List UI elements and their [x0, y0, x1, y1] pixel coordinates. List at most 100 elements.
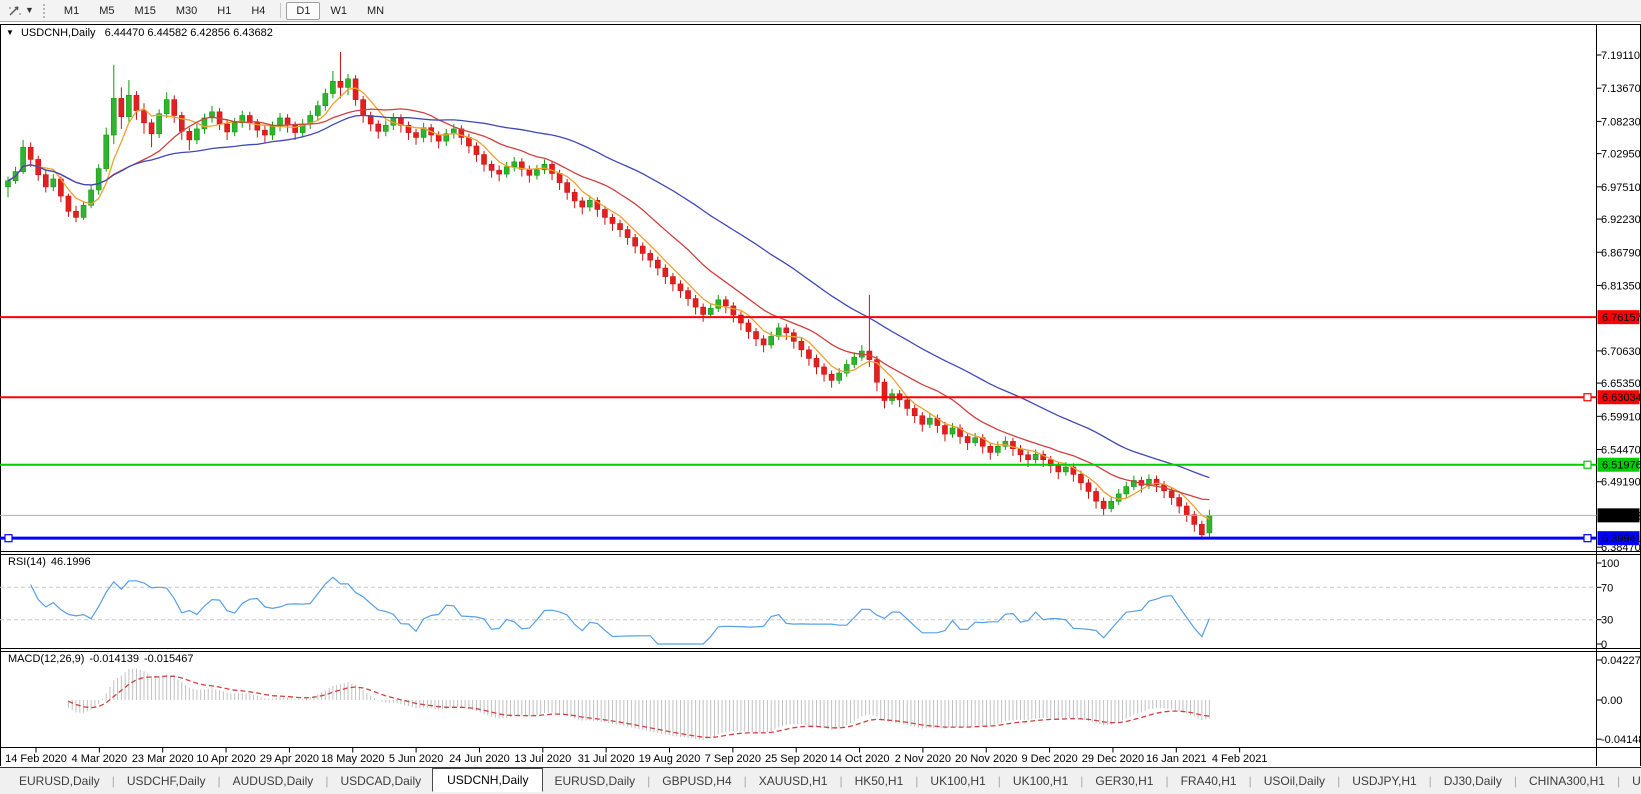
date-tick-label: 4 Mar 2020 [72, 753, 128, 765]
candle [587, 200, 592, 207]
candle [1124, 487, 1129, 494]
tab-usdchf-daily-1[interactable]: USDCHF,Daily [116, 771, 217, 791]
candle [912, 408, 917, 415]
chart-tab-bar: EURUSD,Daily|USDCHF,Daily|AUDUSD,Daily|U… [0, 767, 1641, 794]
candle [731, 306, 736, 315]
candle [1199, 524, 1204, 534]
candle [497, 170, 502, 174]
candle [784, 328, 789, 333]
tab-uk100-h1-10[interactable]: UK100,H1 [1002, 771, 1079, 791]
candle [126, 95, 131, 116]
rsi-panel-header: RSI(14)46.1996 [8, 556, 96, 568]
price-tick-label: 7.19110 [1601, 50, 1640, 62]
date-tick-label: 7 Sep 2020 [705, 753, 761, 765]
candle [436, 135, 441, 141]
candle [761, 339, 766, 345]
candle [43, 175, 48, 187]
candle [346, 79, 351, 88]
candle [225, 124, 230, 132]
tab-eurusd-daily-5[interactable]: EURUSD,Daily [543, 771, 646, 791]
rsi-value-label: 46.1996 [51, 556, 91, 568]
tab-hk50-h1-8[interactable]: HK50,H1 [844, 771, 915, 791]
date-tick-label: 29 Apr 2020 [260, 753, 319, 765]
candle [965, 437, 970, 443]
candle [648, 253, 653, 260]
price-tick-label: 6.59910 [1601, 411, 1641, 423]
candle [111, 98, 116, 135]
candle [822, 367, 827, 374]
candle [376, 124, 381, 131]
candle [1109, 501, 1114, 508]
date-tick-label: 23 Mar 2020 [132, 753, 194, 765]
candle [527, 169, 532, 175]
hline-handle-right[interactable] [1584, 461, 1591, 468]
candle [754, 332, 759, 339]
price-tick-label: 6.86790 [1601, 247, 1641, 259]
candle [618, 224, 623, 230]
tab-gbpusd-h4-6[interactable]: GBPUSD,H4 [651, 771, 742, 791]
candle [383, 125, 388, 131]
date-tick-label: 25 Sep 2020 [765, 753, 827, 765]
candle [119, 98, 124, 116]
tab-eurusd-daily-0[interactable]: EURUSD,Daily [8, 771, 111, 791]
tab-usdcnh-daily-4[interactable]: USDCNH,Daily [432, 768, 543, 792]
candle [232, 123, 237, 132]
rsi-tick-label: 30 [1601, 615, 1613, 627]
tab-usdjpy-h1-14[interactable]: USDJPY,H1 [1341, 771, 1427, 791]
tab-ger30-h1-11[interactable]: GER30,H1 [1084, 771, 1164, 791]
candle [701, 307, 706, 314]
tab-uk100-h1-9[interactable]: UK100,H1 [919, 771, 996, 791]
candle [51, 179, 56, 187]
candle [194, 129, 199, 140]
candle [693, 299, 698, 308]
macd-name-label: MACD(12,26,9) [8, 653, 84, 665]
macd-value-label: -0.014139 [89, 653, 139, 665]
date-tick-label: 14 Feb 2020 [5, 753, 67, 765]
candle [81, 205, 86, 217]
candle [633, 238, 638, 247]
price-tick-label: 6.65350 [1601, 378, 1641, 390]
chart-canvas[interactable]: 7.191107.136707.082307.029506.975106.922… [0, 0, 1641, 794]
candle [172, 100, 177, 116]
hline-handle-left[interactable] [5, 535, 12, 542]
macd-panel-header: MACD(12,26,9)-0.014139-0.015467 [8, 653, 199, 665]
candle [942, 426, 947, 435]
date-tick-label: 10 Apr 2020 [196, 753, 255, 765]
candle [814, 358, 819, 367]
date-tick-label: 24 Jun 2020 [449, 753, 510, 765]
candle [625, 230, 630, 238]
tab-usdcad-daily-3[interactable]: USDCAD,Daily [329, 771, 432, 791]
macd-tick-label: 0.042275 [1601, 655, 1641, 667]
tab-usoil-h1-17[interactable]: USOil,H1 [1621, 771, 1641, 791]
rsi-tick-label: 100 [1601, 558, 1619, 570]
tab-china300-h1-16[interactable]: CHINA300,H1 [1518, 771, 1616, 791]
date-tick-label: 9 Dec 2020 [1021, 753, 1077, 765]
candle [973, 438, 978, 443]
candle [1184, 506, 1189, 515]
hline-handle-right[interactable] [1584, 394, 1591, 401]
candle [580, 201, 585, 207]
date-tick-label: 13 Jul 2020 [514, 753, 571, 765]
chart-symbol-label: USDCNH,Daily [21, 27, 96, 39]
tab-audusd-daily-2[interactable]: AUDUSD,Daily [222, 771, 325, 791]
current-price-tag: 6.43682 [1602, 510, 1641, 522]
tab-dj30-daily-15[interactable]: DJ30,Daily [1433, 771, 1513, 791]
price-tick-label: 6.54470 [1601, 445, 1641, 457]
collapse-triangle-icon[interactable]: ▼ [6, 28, 14, 37]
candle [134, 95, 139, 110]
tab-xauusd-h1-7[interactable]: XAUUSD,H1 [748, 771, 839, 791]
date-tick-label: 29 Dec 2020 [1082, 753, 1144, 765]
ma-slow-line [8, 115, 1209, 477]
candle [361, 100, 366, 116]
candle [315, 106, 320, 116]
date-tick-label: 20 Nov 2020 [955, 753, 1017, 765]
price-tick-label: 7.02950 [1601, 149, 1641, 161]
tab-usoil-daily-13[interactable]: USOil,Daily [1253, 771, 1336, 791]
hline-handle-right[interactable] [1584, 535, 1591, 542]
candle [746, 323, 751, 332]
candle [950, 428, 955, 434]
tab-fra40-h1-12[interactable]: FRA40,H1 [1170, 771, 1248, 791]
date-tick-label: 2 Nov 2020 [895, 753, 951, 765]
ma-fast-line [8, 88, 1209, 519]
candle [670, 277, 675, 284]
